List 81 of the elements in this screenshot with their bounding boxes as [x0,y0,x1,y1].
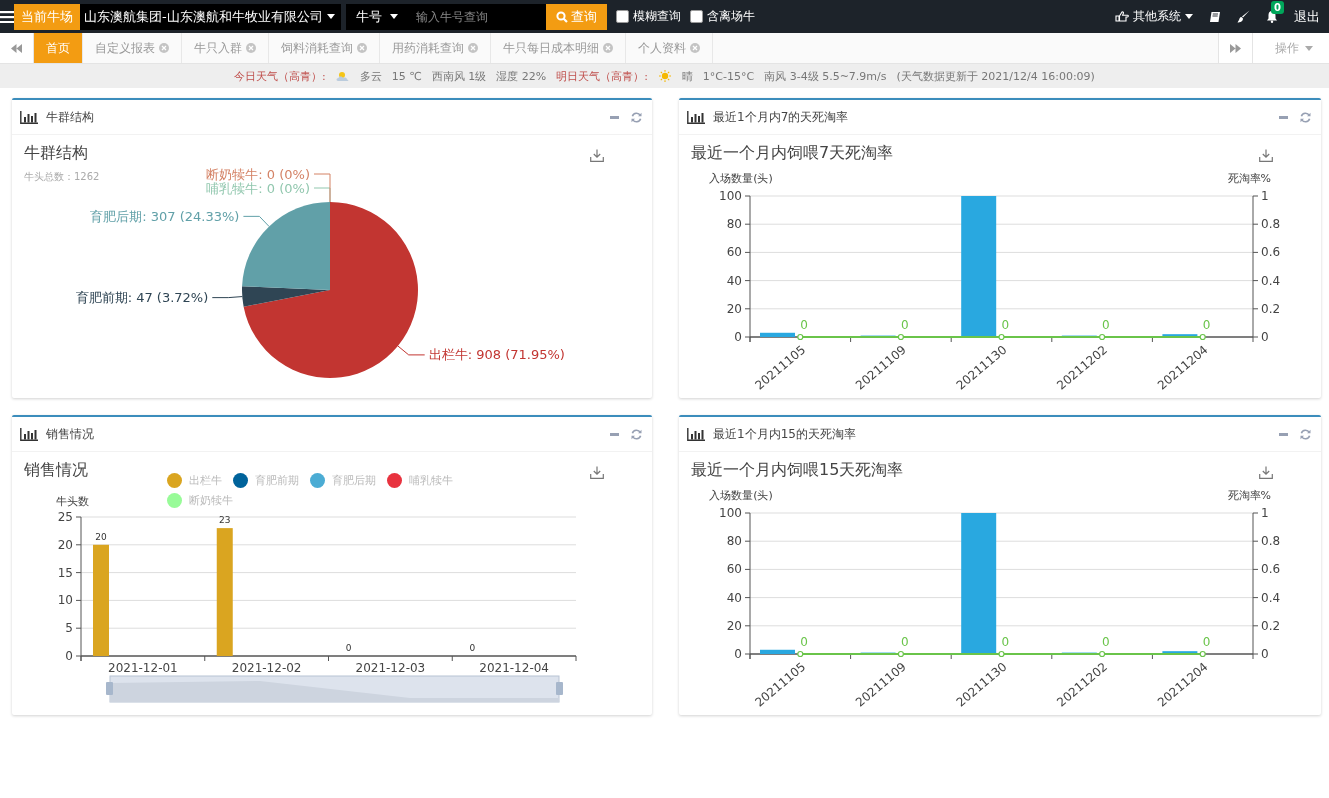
data-label: 0 [800,318,808,332]
data-label: 育肥前期: 47 (3.72%) [75,290,209,306]
axis-label: 15 [57,565,73,580]
axis-title: 入场数量(头) [709,489,773,502]
panel-title: 牛群结构 [46,108,94,126]
axis-title: 入场数量(头) [709,172,773,185]
humidity: 湿度 22% [496,68,547,84]
data-label: 0 [345,643,352,653]
axis-label: 0.4 [1261,273,1281,288]
data-label: 0 [1202,318,1211,332]
chart-title: 销售情况 [24,460,88,481]
axis-label: 100 [719,506,742,520]
axis-title: 死淘率% [1227,172,1271,185]
axis-label: 0.6 [1261,245,1281,260]
panel-title: 最近1个月内15的天死淘率 [713,425,856,443]
axis-label: 20 [57,537,73,552]
data-label: 0 [1102,318,1110,332]
axis-label: 2021-12-02 [231,661,302,675]
axis-label: 40 [726,590,742,605]
wind: 西南风 1级 [431,68,487,84]
data-label: 23 [219,515,231,526]
axis-label: 2021-12-04 [479,661,549,675]
axis-label: 60 [726,562,742,577]
axis-label: 0.6 [1261,562,1281,577]
panel-title: 最近1个月内7的天死淘率 [713,108,849,126]
weather-condition: 多云 [359,68,382,84]
data-label: 0 [900,318,909,332]
axis-label: 0 [65,649,73,663]
axis-title: 死淘率% [1227,489,1271,502]
data-label: 0 [469,643,476,653]
axis-label: 10 [57,593,73,608]
axis-label: 0.2 [1261,301,1281,316]
data-label: 出栏牛: 908 (71.95%) [428,347,565,363]
axis-label: 100 [719,189,742,203]
axis-title: 牛头数 [55,495,89,508]
data-label: 0 [1202,635,1211,649]
chart-title: 牛群结构 [24,143,88,164]
axis-label: 25 [57,510,73,524]
axis-label: 1 [1261,506,1269,520]
axis-label: 80 [726,534,742,549]
data-label: 0 [1001,635,1010,649]
wind: 南风 3-4级 5.5~7.9m/s [764,68,887,84]
axis-label: 40 [726,273,742,288]
data-label: 0 [900,635,909,649]
data-label: 0 [1102,635,1110,649]
weather-label: 今日天气（高青）: [234,68,326,84]
weather-label: 明日天气（高青）: [556,68,648,84]
axis-label: 20 [726,301,742,316]
data-label: 20 [95,531,107,542]
axis-label: 60 [726,245,742,260]
axis-label: 0 [734,647,742,661]
temperature: 1°C-15°C [702,69,755,83]
axis-label: 1 [1261,189,1269,203]
data-label: 0 [800,635,808,649]
axis-label: 0 [1261,330,1269,344]
weather-update-time: (天气数据更新于 2021/12/4 16:00:09) [896,68,1095,84]
weather-condition: 晴 [681,68,693,84]
axis-label: 2021-12-03 [355,661,426,675]
data-label: 断奶犊牛: 0 (0%) [206,166,310,182]
notification-badge: 0 [1271,1,1284,14]
axis-label: 2021-12-01 [108,661,178,675]
panel-title: 销售情况 [46,425,94,443]
temperature: 15 ℃ [391,69,422,83]
chart-title: 最近一个月内饲喂7天死淘率 [691,143,894,164]
axis-label: 0.4 [1261,590,1281,605]
data-label: 哺乳犊牛: 0 (0%) [206,180,310,196]
chart-title: 最近一个月内饲喂15天死淘率 [691,460,904,481]
axis-label: 0 [734,330,742,344]
data-label: 育肥后期: 307 (24.33%) [90,208,240,224]
farm-label: 当前牛场 [14,3,80,30]
checkbox-label: 含离场牛 [706,8,755,25]
axis-label: 0.8 [1261,217,1281,232]
chart-subtitle: 牛头总数：1262 [24,170,100,184]
axis-label: 0.8 [1261,534,1281,549]
axis-label: 0 [1261,647,1269,661]
checkbox-label: 模糊查询 [632,8,681,25]
axis-label: 20 [726,618,742,633]
axis-label: 80 [726,217,742,232]
axis-label: 5 [65,621,73,636]
axis-label: 0.2 [1261,618,1281,633]
data-label: 0 [1001,318,1010,332]
